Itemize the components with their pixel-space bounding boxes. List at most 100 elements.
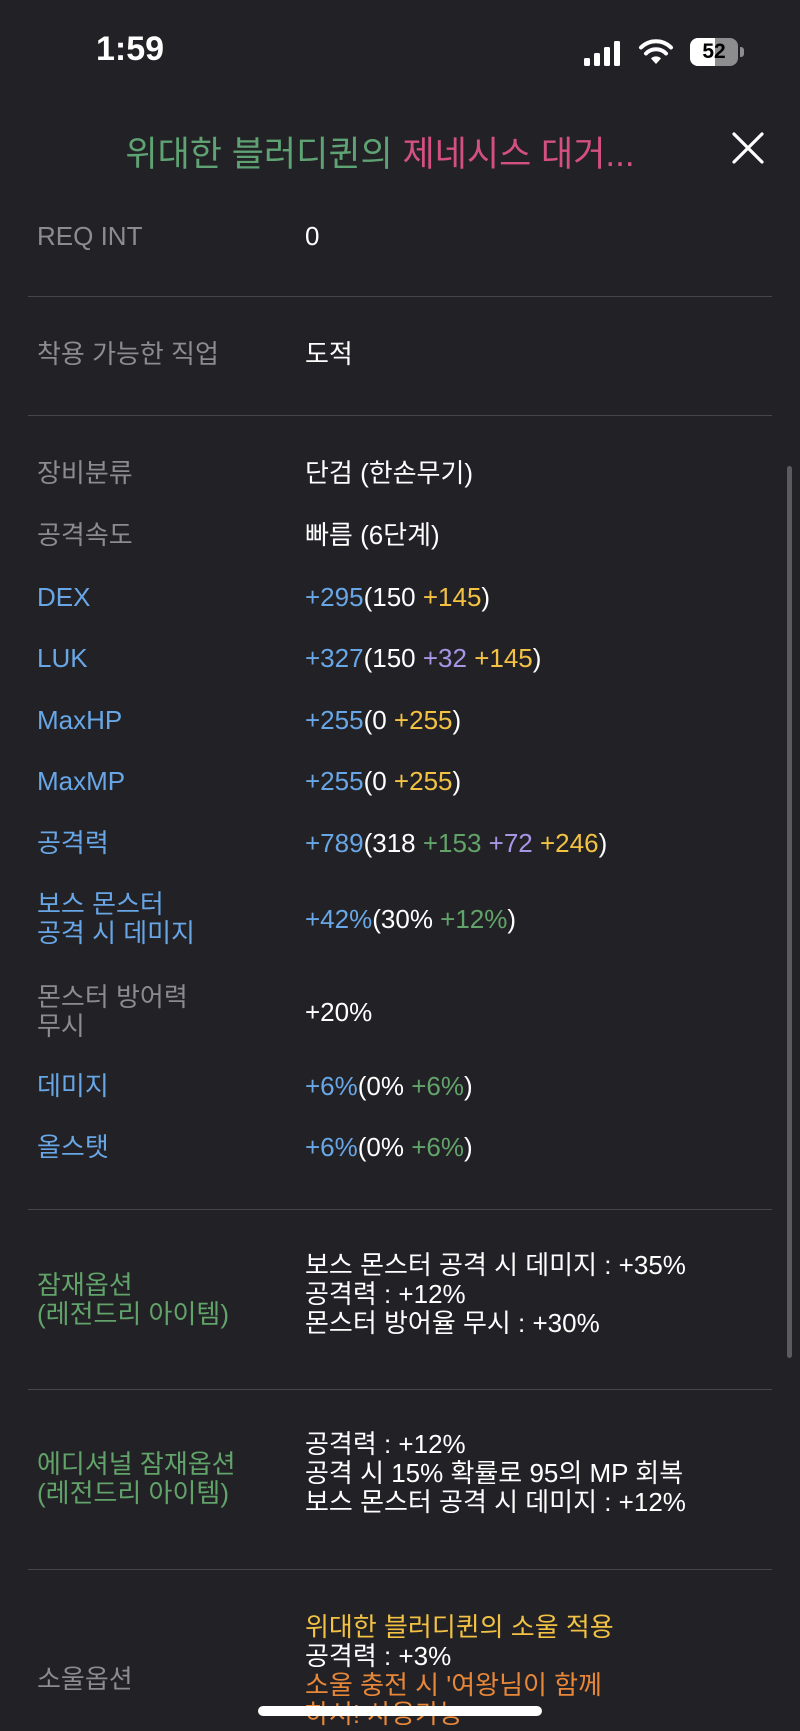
row-label: 몬스터 방어력 무시 [37,983,188,1041]
status-bar: 1:59 52 [0,0,800,100]
potential-line: 보스 몬스터 공격 시 데미지 : +35% [305,1250,686,1280]
stat-starforce: +145 [474,643,533,673]
battery-icon: 52 [690,38,744,66]
row-value: 단검 (한손무기) [305,458,474,488]
divider [28,1569,772,1570]
stat-sep [533,828,540,858]
stat-base: (150 [363,582,423,612]
stat-base: (318 [363,828,423,858]
row-label-line: 몬스터 방어력 [37,982,188,1012]
stat-total: +6% [305,1132,358,1162]
row-value: +6%(0% +6%) [305,1133,473,1162]
cellular-signal-icon [584,41,620,66]
stat-close: ) [452,766,462,796]
soul-name: 위대한 블러디퀸의 소울 적용 [305,1612,614,1642]
stat-total: +789 [305,828,364,858]
stat-base: (30% [372,904,441,934]
row-label: 공격속도 [37,520,133,550]
row-label: 에디셔널 잠재옵션 (레전드리 아이템) [37,1450,236,1508]
stat-total: +255 [305,766,364,796]
stat-sep [481,828,488,858]
row-label-line: 에디셔널 잠재옵션 [37,1449,236,1479]
row-label-line: 잠재옵션 [37,1270,133,1300]
stat-base: (150 [363,643,423,673]
stat-base: (0 [363,705,394,735]
divider [28,415,772,416]
stat-close: ) [464,1071,473,1101]
stat-close: ) [507,904,517,934]
stat-additional: +72 [488,828,533,858]
stat-flame: +153 [422,828,482,858]
stat-total: +327 [305,643,364,673]
row-label: LUK [37,643,88,673]
stat-close: ) [598,828,608,858]
potential-line: 공격력 : +12% [305,1279,466,1309]
divider [28,1209,772,1210]
stat-total: +6% [305,1071,358,1101]
stat-base: (0 [363,766,394,796]
stat-flame: +12% [440,904,508,934]
stat-total: +42% [305,904,373,934]
row-value: 빠름 (6단계) [305,520,440,550]
stat-close: ) [464,1132,473,1162]
stat-close: ) [452,705,462,735]
stat-starforce: +145 [422,582,482,612]
row-label: 공격력 [37,828,109,858]
row-label: 장비분류 [37,458,133,488]
row-label: MaxMP [37,766,126,796]
battery-level: 52 [702,40,726,63]
stat-total: +295 [305,582,364,612]
additional-line: 공격 시 15% 확률로 95의 MP 회복 [305,1458,684,1488]
row-label: 올스탯 [37,1132,109,1162]
home-indicator[interactable] [258,1706,542,1716]
row-label: REQ INT [37,221,143,251]
row-label: 착용 가능한 직업 [37,339,219,369]
row-label: 보스 몬스터 공격 시 데미지 [37,890,195,948]
soul-skill: 소울 충전 시 '여왕님이 함께 [305,1670,602,1700]
stat-flame: +6% [411,1071,464,1101]
scrollbar[interactable] [787,466,792,1358]
stat-base: (0% [357,1132,412,1162]
additional-line: 보스 몬스터 공격 시 데미지 : +12% [305,1487,686,1517]
row-value: 보스 몬스터 공격 시 데미지 : +35% 공격력 : +12% 몬스터 방어… [305,1251,686,1338]
row-label-line: (레전드리 아이템) [37,1299,229,1329]
row-label-line: 보스 몬스터 [37,889,164,919]
row-label-line: (레전드리 아이템) [37,1478,229,1508]
row-label: 잠재옵션 (레전드리 아이템) [37,1271,229,1329]
row-value: +295(150 +145) [305,583,490,612]
row-label: 소울옵션 [37,1664,133,1694]
row-value: +327(150 +32 +145) [305,644,541,673]
stat-starforce: +255 [393,766,453,796]
row-value: +255(0 +255) [305,767,461,796]
stat-total: +255 [305,705,364,735]
stat-close: ) [532,643,542,673]
item-title-prefix: 위대한 블러디퀸의 [125,135,393,174]
stat-starforce: +246 [540,828,599,858]
stat-additional: +32 [422,643,467,673]
row-label: DEX [37,582,91,612]
soul-stat: 공격력 : +3% [305,1641,452,1671]
row-value: +42%(30% +12%) [305,905,516,934]
row-label-line: 무시 [37,1011,85,1041]
item-title-name: 제네시스 대거... [402,135,635,174]
stat-close: ) [481,582,491,612]
wifi-icon [639,39,673,64]
divider [28,1389,772,1390]
item-title: 위대한 블러디퀸의 제네시스 대거... [60,126,700,177]
status-time: 1:59 [96,30,165,68]
divider [28,296,772,297]
stat-base: (0% [357,1071,412,1101]
row-value: +789(318 +153 +72 +246) [305,829,607,858]
row-value: +255(0 +255) [305,706,461,735]
item-header: 위대한 블러디퀸의 제네시스 대거... [0,110,800,180]
row-value: 도적 [305,339,353,369]
additional-line: 공격력 : +12% [305,1429,466,1459]
stat-flame: +6% [411,1132,464,1162]
row-label: MaxHP [37,705,123,735]
row-value: +6%(0% +6%) [305,1072,473,1101]
row-value: 0 [305,221,320,251]
row-label-line: 공격 시 데미지 [37,918,195,948]
close-icon[interactable] [728,128,768,168]
row-value: +20% [305,997,373,1027]
potential-line: 몬스터 방어율 무시 : +30% [305,1308,600,1338]
